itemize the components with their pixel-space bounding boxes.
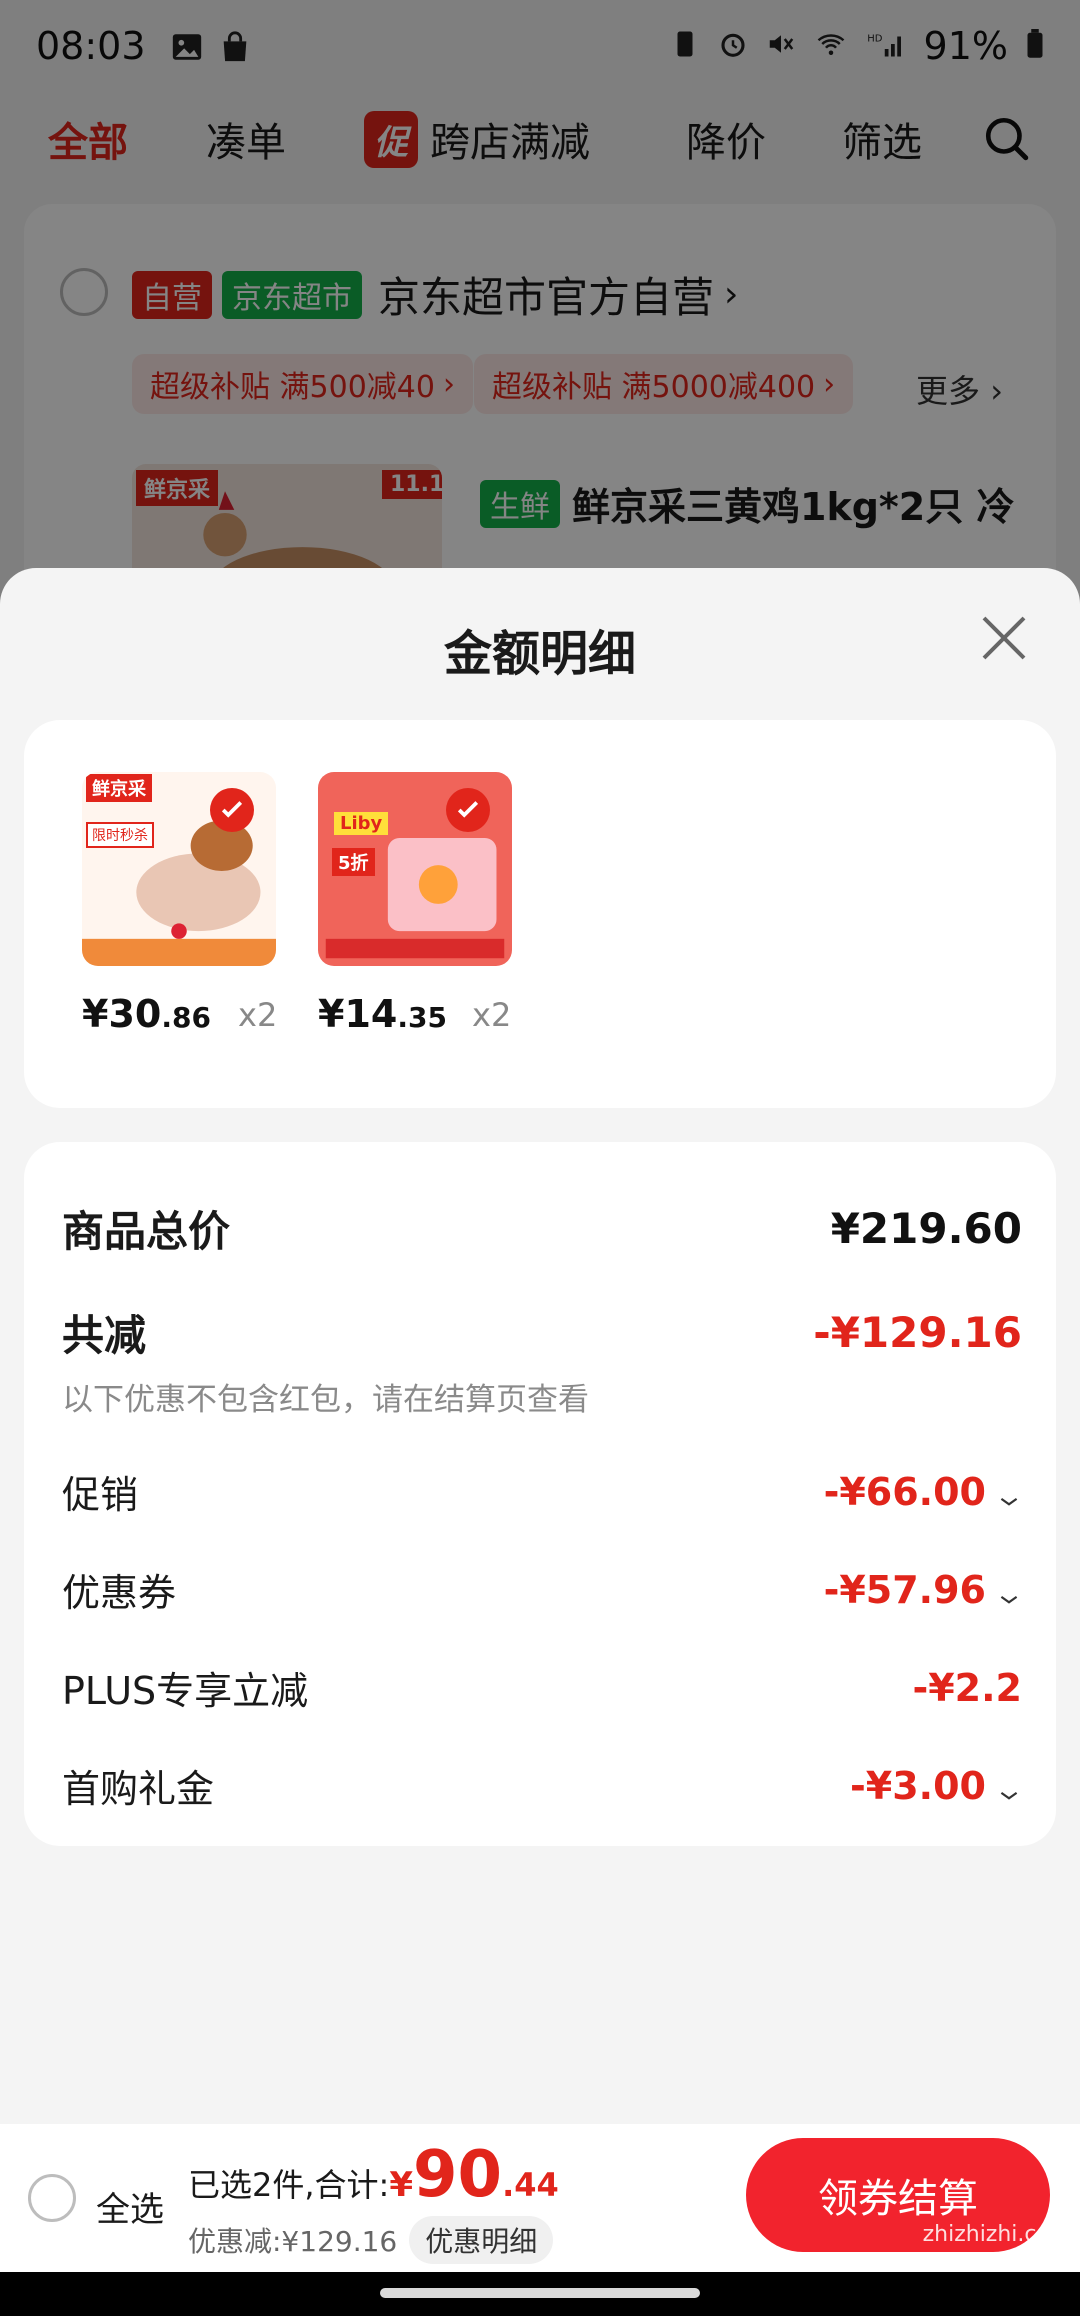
product-image-chicken[interactable]: 鲜京采 限时秒杀 <box>82 772 276 966</box>
promotion-amount: -¥66.00 <box>823 1469 986 1514</box>
price-decimal: .35 <box>397 1001 447 1034</box>
chevron-down-icon <box>996 1773 1022 1800</box>
total-line: 已选2件,合计: ¥ 90 .44 <box>188 2138 559 2212</box>
product-price: ¥30.86 <box>82 992 211 1036</box>
brand-label: 鲜京采 <box>86 774 152 802</box>
discount-label: 5折 <box>332 848 375 876</box>
coupon-label: 优惠券 <box>62 1571 177 1615</box>
total-price-row: 商品总价 ¥219.60 <box>62 1198 1022 1259</box>
price-integer: ¥30 <box>82 992 162 1036</box>
price-detail-sheet: 金额明细 鲜京采 限时秒杀 ¥30.86 x2 Liby 5折 ¥14.35 x… <box>0 568 1080 2124</box>
total-discount-value: -¥129.16 <box>813 1308 1022 1357</box>
discount-summary-text: 优惠减:¥129.16 <box>188 2225 398 2258</box>
discount-detail-button[interactable]: 优惠明细 <box>409 2216 554 2264</box>
select-all-label[interactable]: 全选 <box>96 2182 164 2231</box>
chevron-down-icon <box>996 1577 1022 1604</box>
plus-discount-value: -¥2.2 <box>912 1665 1022 1710</box>
product-quantity: x2 <box>238 996 278 1034</box>
plus-discount-row: PLUS专享立减 -¥2.2 <box>62 1660 1022 1715</box>
first-purchase-value: -¥3.00 <box>850 1764 1022 1808</box>
chevron-down-icon <box>996 1479 1022 1506</box>
brand-label: Liby <box>334 812 389 835</box>
coupon-row[interactable]: 优惠券 -¥57.96 <box>62 1562 1022 1617</box>
total-price-value: ¥219.60 <box>830 1204 1022 1253</box>
close-icon[interactable] <box>974 608 1034 668</box>
coupon-amount: -¥57.96 <box>823 1567 986 1612</box>
total-decimal: .44 <box>502 2166 559 2204</box>
total-discount-label: 共减 <box>62 1311 147 1360</box>
system-nav-bar <box>0 2272 1080 2316</box>
checkout-bar: 全选 已选2件,合计: ¥ 90 .44 优惠减:¥129.16 优惠明细 领券… <box>0 2124 1080 2272</box>
discount-note-text: 以下优惠不包含红包，请在结算页查看 <box>62 1382 589 1418</box>
total-discount-row: 共减 -¥129.16 <box>62 1302 1022 1363</box>
discount-line: 优惠减:¥129.16 优惠明细 <box>188 2216 554 2264</box>
discount-note: 以下优惠不包含红包，请在结算页查看 <box>62 1374 1022 1419</box>
price-integer: ¥14 <box>318 992 398 1036</box>
check-icon <box>210 788 254 832</box>
promotion-label: 促销 <box>62 1473 139 1517</box>
check-icon <box>446 788 490 832</box>
first-purchase-label: 首购礼金 <box>62 1767 215 1811</box>
plus-discount-label: PLUS专享立减 <box>62 1669 309 1713</box>
coupon-value: -¥57.96 <box>824 1568 1022 1612</box>
promotion-row[interactable]: 促销 -¥66.00 <box>62 1464 1022 1519</box>
price-summary: 商品总价 ¥219.60 共减 -¥129.16 以下优惠不包含红包，请在结算页… <box>24 1142 1056 1846</box>
product-image-liby[interactable]: Liby 5折 <box>318 772 512 966</box>
home-indicator[interactable] <box>380 2288 700 2298</box>
flash-sale-label: 限时秒杀 <box>86 822 154 848</box>
product-quantity: x2 <box>472 996 512 1034</box>
selected-count-text: 已选2件,合计: <box>188 2166 390 2204</box>
price-decimal: .86 <box>161 1001 211 1034</box>
product-price: ¥14.35 <box>318 992 447 1036</box>
first-purchase-row[interactable]: 首购礼金 -¥3.00 <box>62 1758 1022 1813</box>
first-purchase-amount: -¥3.00 <box>850 1763 986 1808</box>
total-integer: 90 <box>413 2138 503 2212</box>
sheet-title: 金额明细 <box>443 626 636 682</box>
watermark: zhizhizhi.com <box>922 2222 1072 2247</box>
selected-products: 鲜京采 限时秒杀 ¥30.86 x2 Liby 5折 ¥14.35 x2 <box>24 720 1056 1108</box>
total-currency: ¥ <box>389 2165 413 2205</box>
select-all-radio[interactable] <box>28 2174 76 2222</box>
promotion-value: -¥66.00 <box>824 1470 1022 1514</box>
total-price-label: 商品总价 <box>62 1207 231 1256</box>
